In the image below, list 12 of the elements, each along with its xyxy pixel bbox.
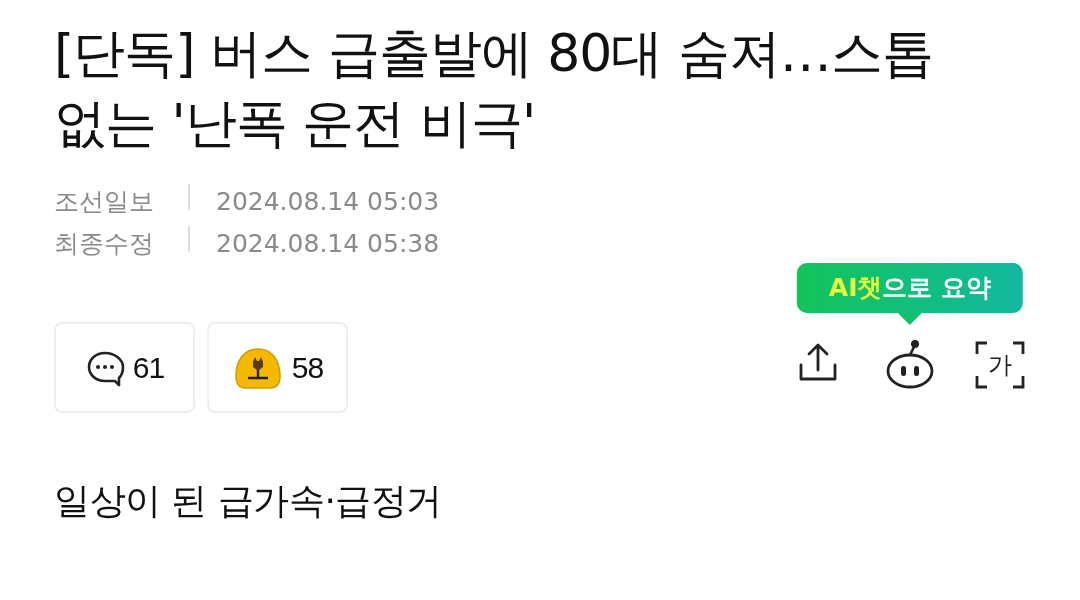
meta-label: 조선일보 (54, 186, 155, 218)
comment-button[interactable]: 61 (54, 322, 195, 413)
section-heading: 일상이 된 급가속·급정거 (54, 479, 443, 523)
reaction-button[interactable]: 58 (207, 322, 348, 413)
count: 58 (291, 350, 324, 385)
tooltip-text: AI챗으로 요약 (796, 263, 1024, 325)
article-headline: [단독] 버스 급출발에 80대 숨져…스톱 없는 '난폭 운전 비극' (54, 22, 934, 155)
meta-date: 2024.08.14 05:03 (216, 186, 440, 218)
meta-date: 2024.08.14 05:38 (216, 228, 440, 260)
count: 61 (132, 350, 165, 385)
meta-label: 최종수정 (54, 228, 155, 260)
font-size-button[interactable]: 가 (974, 339, 1026, 391)
